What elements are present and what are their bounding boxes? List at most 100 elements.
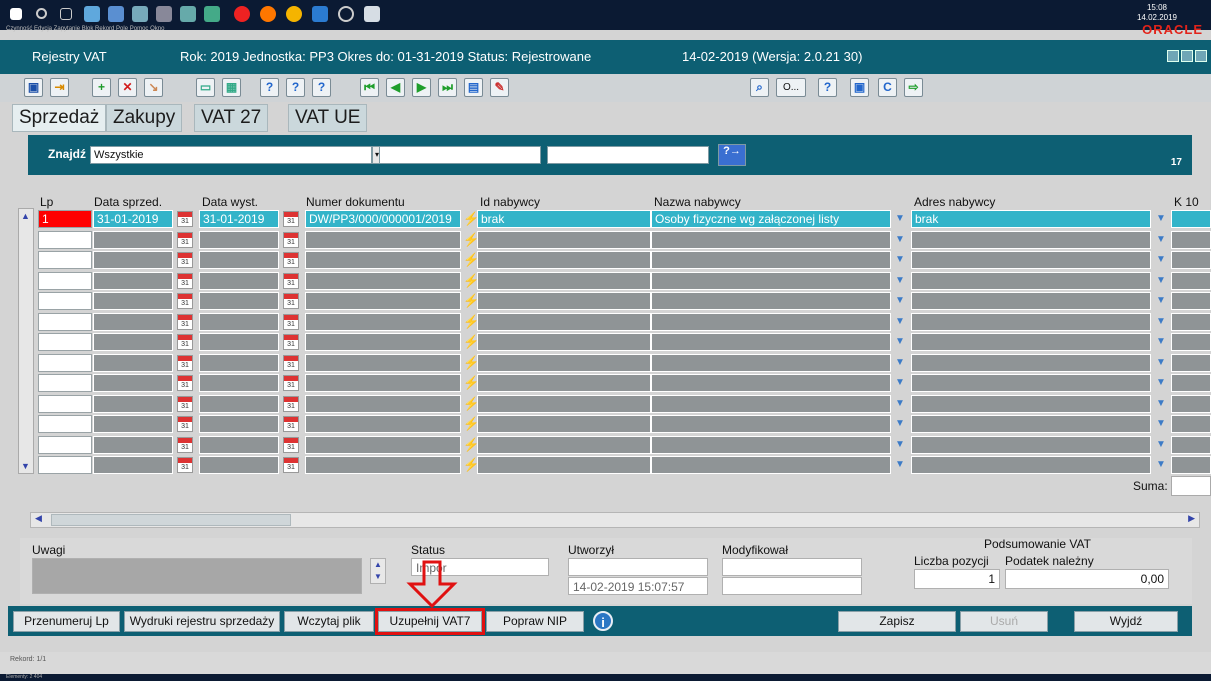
- popraw-nip-button[interactable]: Popraw NIP: [486, 611, 584, 632]
- chevron-down-icon[interactable]: ▼: [1154, 355, 1168, 371]
- add-record-icon[interactable]: +: [92, 78, 111, 97]
- chrome-icon[interactable]: [286, 6, 302, 22]
- task-view-icon[interactable]: [60, 8, 72, 20]
- lightning-icon[interactable]: ⚡: [463, 252, 479, 268]
- cell-data_wyst[interactable]: [199, 374, 279, 392]
- calculator-icon[interactable]: C: [878, 78, 897, 97]
- lightning-icon[interactable]: ⚡: [463, 457, 479, 473]
- cell-k10[interactable]: [1171, 374, 1211, 392]
- chevron-down-icon[interactable]: ▼: [1154, 232, 1168, 248]
- cell-data_sprzed[interactable]: [93, 271, 173, 290]
- cell-lp[interactable]: [38, 271, 92, 290]
- cell-adres[interactable]: [911, 374, 1151, 392]
- chevron-down-icon[interactable]: ▼: [893, 457, 907, 473]
- calendar-icon[interactable]: 31: [283, 354, 299, 371]
- calendar-icon[interactable]: 31: [283, 457, 299, 473]
- cell-adres[interactable]: brak: [911, 210, 1151, 228]
- cell-nazwa[interactable]: [651, 251, 891, 269]
- przenumeruj-button[interactable]: Przenumeruj Lp: [13, 611, 120, 632]
- filter-input-1[interactable]: [379, 146, 541, 164]
- app-icon-1[interactable]: [84, 6, 100, 22]
- calendar-icon[interactable]: 31: [283, 395, 299, 412]
- cell-id[interactable]: brak: [477, 210, 651, 228]
- cell-nazwa[interactable]: [651, 353, 891, 372]
- cell-data_sprzed[interactable]: [93, 456, 173, 474]
- next-record-icon[interactable]: ▶: [412, 78, 431, 97]
- cell-k10[interactable]: [1171, 394, 1211, 413]
- calendar-icon[interactable]: 31: [283, 436, 299, 453]
- cell-numer[interactable]: [305, 333, 461, 351]
- cell-data_sprzed[interactable]: [93, 333, 173, 351]
- cell-lp[interactable]: [38, 312, 92, 331]
- cell-nazwa[interactable]: [651, 312, 891, 331]
- calendar-icon[interactable]: 31: [177, 313, 193, 330]
- chevron-down-icon[interactable]: ▼: [1154, 273, 1168, 289]
- lightning-icon[interactable]: ⚡: [463, 437, 479, 453]
- edit-note-icon[interactable]: ✎: [490, 78, 509, 97]
- cell-adres[interactable]: [911, 271, 1151, 290]
- cell-data_wyst[interactable]: [199, 394, 279, 413]
- cell-data_wyst[interactable]: 31-01-2019: [199, 210, 279, 228]
- windows-start-icon[interactable]: [10, 8, 22, 20]
- uwagi-field[interactable]: [32, 558, 362, 594]
- search-icon[interactable]: [36, 8, 47, 19]
- calendar-icon[interactable]: 31: [283, 375, 299, 391]
- cell-k10[interactable]: [1171, 353, 1211, 372]
- cell-numer[interactable]: [305, 394, 461, 413]
- cell-data_sprzed[interactable]: [93, 251, 173, 269]
- cell-data_wyst[interactable]: [199, 251, 279, 269]
- scroll-down-icon[interactable]: ▼: [21, 461, 30, 471]
- enter-query-icon[interactable]: ?: [260, 78, 279, 97]
- cell-id[interactable]: [477, 435, 651, 454]
- cell-id[interactable]: [477, 374, 651, 392]
- cell-data_sprzed[interactable]: [93, 353, 173, 372]
- cell-adres[interactable]: [911, 292, 1151, 310]
- cell-adres[interactable]: [911, 251, 1151, 269]
- firefox-icon[interactable]: [260, 6, 276, 22]
- calendar-icon[interactable]: 31: [177, 211, 193, 227]
- chevron-down-icon[interactable]: ▼: [893, 355, 907, 371]
- cell-lp[interactable]: [38, 353, 92, 372]
- cell-numer[interactable]: DW/PP3/000/000001/2019: [305, 210, 461, 228]
- search-execute-icon[interactable]: ?→: [718, 144, 746, 166]
- cell-adres[interactable]: [911, 333, 1151, 351]
- cell-nazwa[interactable]: [651, 271, 891, 290]
- cell-data_wyst[interactable]: [199, 435, 279, 454]
- cell-k10[interactable]: [1171, 210, 1211, 228]
- cell-k10[interactable]: [1171, 251, 1211, 269]
- close-icon[interactable]: [1195, 50, 1207, 62]
- maximize-icon[interactable]: [1181, 50, 1193, 62]
- wyjdz-button[interactable]: Wyjdź: [1074, 611, 1178, 632]
- cell-lp[interactable]: [38, 394, 92, 413]
- cell-id[interactable]: [477, 292, 651, 310]
- tab-zakupy[interactable]: Zakupy: [106, 104, 183, 132]
- lightning-icon[interactable]: ⚡: [463, 293, 479, 309]
- cell-numer[interactable]: [305, 353, 461, 372]
- cell-k10[interactable]: [1171, 333, 1211, 351]
- cell-numer[interactable]: [305, 374, 461, 392]
- cell-id[interactable]: [477, 251, 651, 269]
- help-icon[interactable]: ?: [818, 78, 837, 97]
- cell-lp[interactable]: [38, 415, 92, 433]
- ident-field[interactable]: O...: [776, 78, 806, 97]
- cell-nazwa[interactable]: Osoby fizyczne wg załączonej listy: [651, 210, 891, 228]
- chevron-down-icon[interactable]: ▼: [1154, 211, 1168, 227]
- chevron-down-icon[interactable]: ▼: [893, 232, 907, 248]
- horizontal-scrollbar[interactable]: ◀ ▶: [30, 512, 1200, 528]
- execute-query-icon[interactable]: ?: [286, 78, 305, 97]
- chevron-down-icon[interactable]: ▼: [1154, 375, 1168, 391]
- cell-data_sprzed[interactable]: [93, 312, 173, 331]
- calendar-icon[interactable]: 31: [177, 334, 193, 350]
- cell-nazwa[interactable]: [651, 415, 891, 433]
- calendar-icon[interactable]: 31: [177, 231, 193, 248]
- print-icon[interactable]: ▤: [464, 78, 483, 97]
- app-icon-3[interactable]: [132, 6, 148, 22]
- clear-record-icon[interactable]: ↘: [144, 78, 163, 97]
- chevron-down-icon[interactable]: ▼: [1154, 437, 1168, 453]
- chevron-down-icon[interactable]: ▼: [893, 334, 907, 350]
- chevron-down-icon[interactable]: ▼: [893, 416, 907, 432]
- cell-lp[interactable]: [38, 230, 92, 249]
- lightning-icon[interactable]: ⚡: [463, 375, 479, 391]
- cell-data_wyst[interactable]: [199, 271, 279, 290]
- chevron-down-icon[interactable]: ▼: [1154, 293, 1168, 309]
